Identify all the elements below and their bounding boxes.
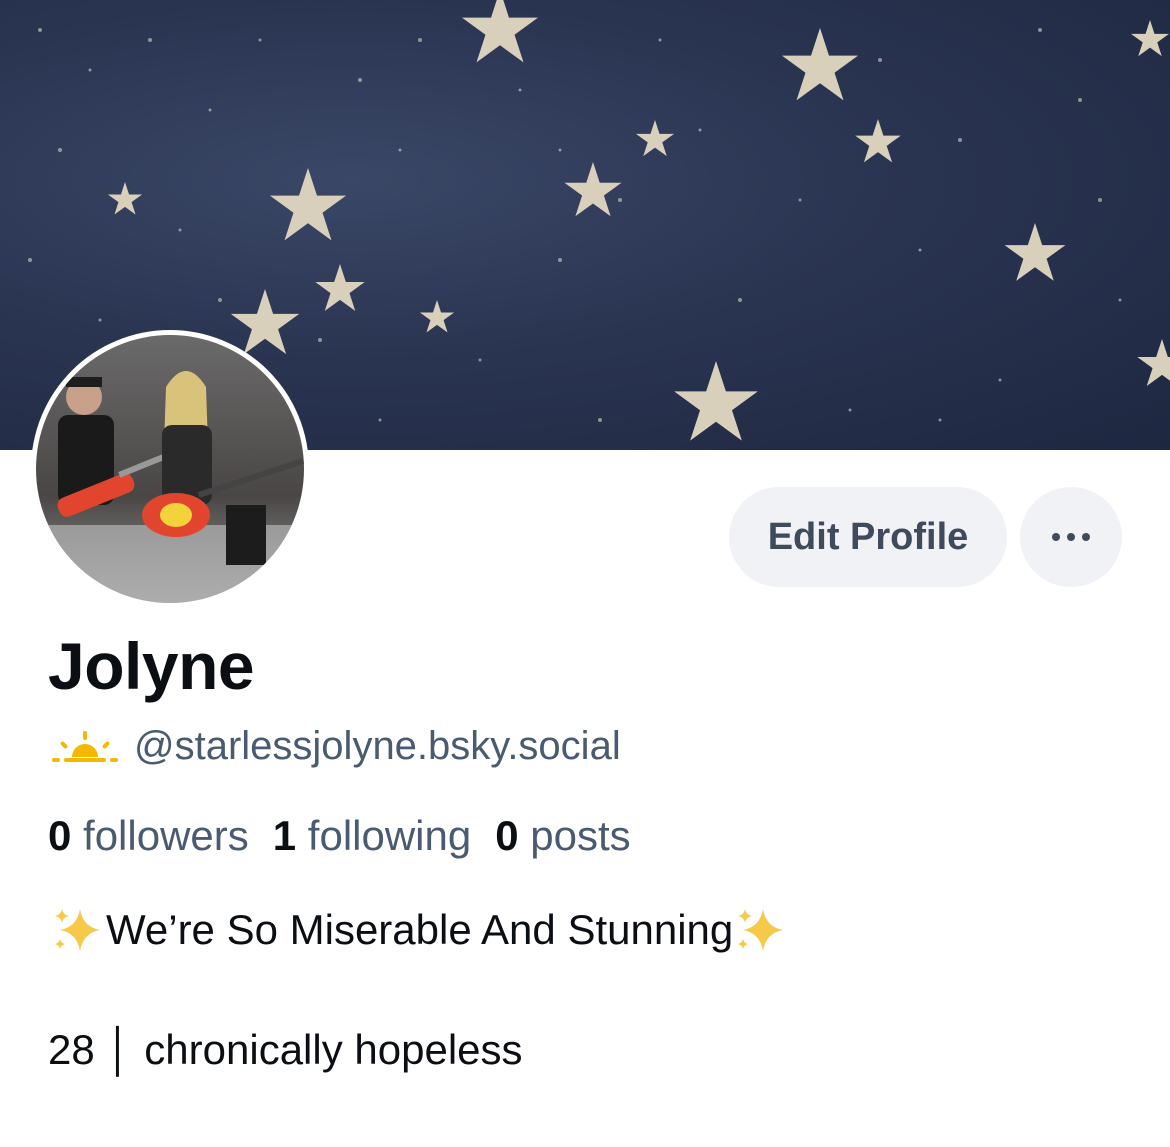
edit-profile-button[interactable]: Edit Profile bbox=[729, 487, 1007, 587]
profile-stats: 0 followers 1 following 0 posts bbox=[48, 812, 655, 860]
following-stat[interactable]: 1 following bbox=[273, 812, 471, 860]
handle-row: @starlessjolyne.bsky.social bbox=[50, 724, 621, 769]
followers-stat[interactable]: 0 followers bbox=[48, 812, 249, 860]
sparkles-icon bbox=[55, 909, 100, 951]
posts-count: 0 bbox=[495, 812, 519, 859]
bio-line-2: 28 │ chronically hopeless bbox=[48, 1026, 523, 1073]
following-count: 1 bbox=[272, 812, 297, 859]
posts-stat: 0 posts bbox=[495, 812, 630, 860]
followers-count: 0 bbox=[48, 812, 72, 859]
handle[interactable]: @starlessjolyne.bsky.social bbox=[134, 724, 621, 769]
display-name: Jolyne bbox=[48, 629, 255, 703]
avatar[interactable] bbox=[31, 330, 309, 608]
posts-label: posts bbox=[530, 812, 631, 859]
followers-label: followers bbox=[83, 812, 249, 859]
concert-photo-image bbox=[36, 335, 304, 603]
following-label: following bbox=[307, 812, 472, 859]
bio-text: We’re So Miserable And Stunning bbox=[106, 906, 734, 953]
sun-horizon-icon bbox=[52, 730, 118, 762]
sparkles-icon bbox=[738, 909, 784, 951]
ellipsis-icon bbox=[1052, 533, 1090, 541]
bio-line-1: We’re So Miserable And Stunning bbox=[50, 905, 789, 955]
avatar-photo bbox=[36, 335, 304, 603]
more-options-button[interactable] bbox=[1020, 487, 1122, 587]
